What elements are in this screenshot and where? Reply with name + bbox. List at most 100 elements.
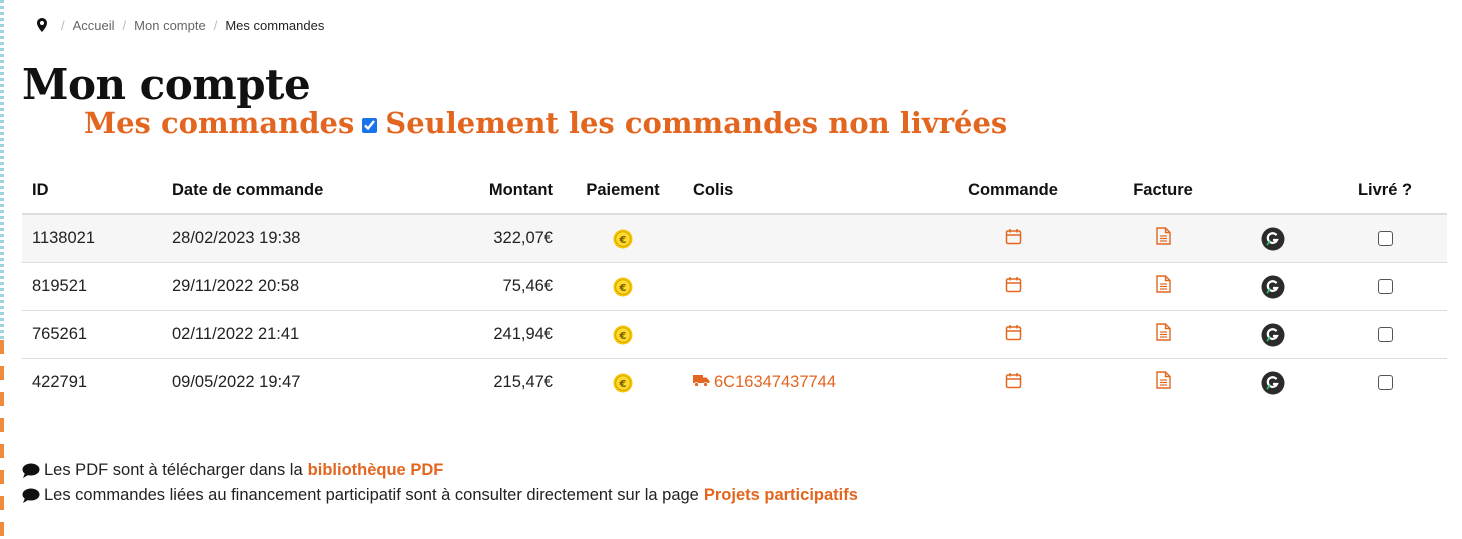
cell-payment: € xyxy=(563,214,683,263)
table-row: 765261 02/11/2022 21:41 241,94€ € xyxy=(22,310,1447,359)
cell-extra xyxy=(1223,262,1323,311)
breadcrumb-separator: / xyxy=(213,17,218,33)
header-empty xyxy=(1223,167,1323,215)
note-crowdfunding: Les commandes liées au financement parti… xyxy=(22,483,858,508)
undelivered-only-checkbox[interactable] xyxy=(362,117,378,133)
header-amount: Montant xyxy=(377,167,563,215)
cell-order xyxy=(923,262,1103,311)
cell-date: 29/11/2022 20:58 xyxy=(162,262,377,311)
filter-label[interactable]: Seulement les commandes non livrées xyxy=(385,106,1007,140)
table-row: 422791 09/05/2022 19:47 215,47€ € 6C1634… xyxy=(22,359,1447,407)
delivered-checkbox[interactable] xyxy=(1377,327,1393,343)
cell-order xyxy=(923,214,1103,263)
invoice-document-icon[interactable] xyxy=(1155,323,1171,346)
invoice-document-icon[interactable] xyxy=(1155,371,1171,394)
cell-parcel xyxy=(683,310,923,359)
page-title: Mon compte xyxy=(22,60,311,109)
cell-amount: 241,94€ xyxy=(377,310,563,359)
cell-parcel: 6C16347437744 xyxy=(683,359,923,407)
header-order: Commande xyxy=(923,167,1103,215)
cell-id: 422791 xyxy=(32,373,88,391)
g-logo-icon[interactable] xyxy=(1261,275,1285,299)
breadcrumb-separator: / xyxy=(61,17,65,33)
breadcrumb-current: Mes commandes xyxy=(225,17,325,33)
orders-subtitle: Mes commandes Seulement les commandes no… xyxy=(84,106,1007,140)
delivered-checkbox[interactable] xyxy=(1377,375,1393,391)
table-row: 819521 29/11/2022 20:58 75,46€ € xyxy=(22,262,1447,311)
cell-date: 09/05/2022 19:47 xyxy=(172,373,301,391)
cell-delivered xyxy=(1323,310,1447,359)
svg-text:€: € xyxy=(619,379,627,390)
comment-icon xyxy=(22,463,40,479)
cell-amount: 215,47€ xyxy=(493,373,553,391)
cell-id: 1138021 xyxy=(22,214,162,263)
calendar-icon[interactable] xyxy=(1005,372,1022,394)
cell-extra xyxy=(1223,214,1323,263)
participative-projects-link[interactable]: Projets participatifs xyxy=(704,483,858,508)
g-logo-icon[interactable] xyxy=(1261,227,1285,251)
parcel-tracking-link[interactable]: 6C16347437744 xyxy=(693,373,836,392)
orders-table: ID Date de commande Montant Paiement Col… xyxy=(22,167,1447,406)
breadcrumb-separator: / xyxy=(122,17,127,33)
cell-invoice xyxy=(1103,214,1223,263)
note-pdf-text: Les PDF sont à télécharger dans la xyxy=(44,461,303,479)
cell-extra xyxy=(1223,310,1323,359)
table-header-row: ID Date de commande Montant Paiement Col… xyxy=(22,167,1447,215)
svg-text:€: € xyxy=(619,331,627,342)
cell-parcel xyxy=(683,214,923,263)
cell-invoice xyxy=(1103,310,1223,359)
comment-icon xyxy=(22,488,40,504)
cell-delivered xyxy=(1323,262,1447,311)
cell-id: 765261 xyxy=(22,310,162,359)
euro-coin-icon: € xyxy=(613,277,633,297)
svg-text:€: € xyxy=(619,283,627,294)
pdf-library-link[interactable]: bibliothèque PDF xyxy=(308,458,444,483)
breadcrumb-home-link[interactable]: Accueil xyxy=(73,18,115,33)
g-logo-icon[interactable] xyxy=(1261,323,1285,347)
calendar-icon[interactable] xyxy=(1005,228,1022,250)
cell-date: 28/02/2023 19:38 xyxy=(162,214,377,263)
euro-coin-icon: € xyxy=(613,229,633,249)
header-parcel: Colis xyxy=(683,167,923,215)
breadcrumb: / Accueil / Mon compte / Mes commandes xyxy=(37,16,324,34)
header-date: Date de commande xyxy=(162,167,377,215)
cell-parcel xyxy=(683,262,923,311)
cell-amount: 75,46€ xyxy=(377,262,563,311)
delivered-checkbox[interactable] xyxy=(1377,279,1393,295)
cell-invoice xyxy=(1103,359,1223,407)
svg-text:€: € xyxy=(619,235,627,246)
parcel-number: 6C16347437744 xyxy=(714,373,837,391)
euro-coin-icon: € xyxy=(613,373,633,393)
header-id: ID xyxy=(22,167,162,215)
calendar-icon[interactable] xyxy=(1005,324,1022,346)
cell-order xyxy=(923,359,1103,407)
header-delivered: Livré ? xyxy=(1323,167,1447,215)
note-crowdfunding-text: Les commandes liées au financement parti… xyxy=(44,486,699,504)
invoice-document-icon[interactable] xyxy=(1155,227,1171,250)
subtitle-label: Mes commandes xyxy=(84,106,355,140)
euro-coin-icon: € xyxy=(613,325,633,345)
table-row: 1138021 28/02/2023 19:38 322,07€ € xyxy=(22,214,1447,263)
cell-delivered xyxy=(1323,359,1447,407)
cell-date: 02/11/2022 21:41 xyxy=(162,310,377,359)
calendar-icon[interactable] xyxy=(1005,276,1022,298)
left-decoration-strip-orange xyxy=(0,340,4,539)
cell-order xyxy=(923,310,1103,359)
delivered-checkbox[interactable] xyxy=(1377,231,1393,247)
header-payment: Paiement xyxy=(563,167,683,215)
note-pdf: Les PDF sont à télécharger dans la bibli… xyxy=(22,458,858,483)
cell-amount: 322,07€ xyxy=(377,214,563,263)
truck-icon xyxy=(693,373,710,392)
g-logo-icon[interactable] xyxy=(1261,371,1285,395)
cell-extra xyxy=(1223,359,1323,407)
cell-invoice xyxy=(1103,262,1223,311)
cell-payment: € xyxy=(563,359,683,407)
breadcrumb-account-link[interactable]: Mon compte xyxy=(134,18,206,33)
notes-section: Les PDF sont à télécharger dans la bibli… xyxy=(22,458,858,508)
invoice-document-icon[interactable] xyxy=(1155,275,1171,298)
cell-id: 819521 xyxy=(22,262,162,311)
cell-delivered xyxy=(1323,214,1447,263)
header-invoice: Facture xyxy=(1103,167,1223,215)
map-pin-icon xyxy=(37,18,47,32)
cell-payment: € xyxy=(563,262,683,311)
